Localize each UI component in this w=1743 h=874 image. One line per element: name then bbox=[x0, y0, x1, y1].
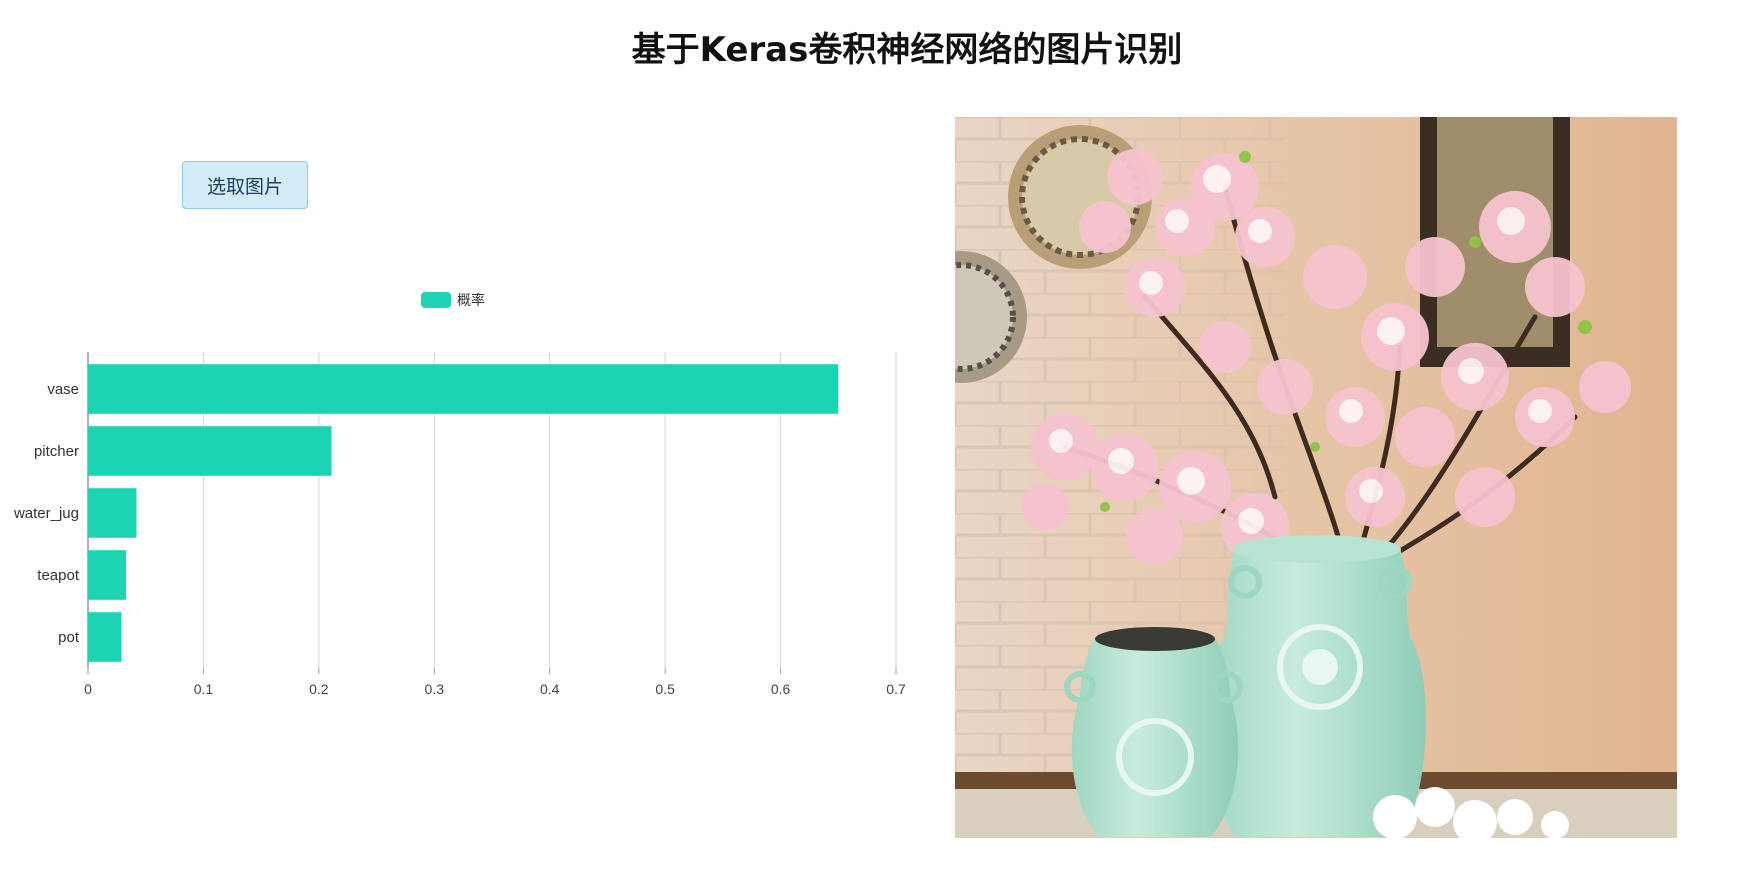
probability-bar-chart: 概率 vase pitcher water_jugteapot pot 0 0.1 0.2… bbox=[13, 292, 906, 697]
category-label: pot bbox=[58, 629, 80, 646]
x-tick-label: 0.3 bbox=[425, 681, 445, 697]
category-label: vase bbox=[47, 381, 79, 398]
select-image-button[interactable]: 选取图片 bbox=[182, 161, 308, 209]
bar-teapot[interactable] bbox=[88, 550, 127, 600]
x-tick-label: 0.6 bbox=[771, 681, 791, 697]
chart-legend[interactable]: 概率 bbox=[421, 292, 485, 308]
bar-vase[interactable] bbox=[88, 364, 839, 414]
category-label: pitcher bbox=[34, 443, 79, 460]
chart-bars bbox=[88, 364, 839, 662]
chart-category-labels: vase pitcher water_jugteapot pot bbox=[13, 381, 80, 646]
category-label: water_jug bbox=[13, 505, 79, 522]
x-tick-label: 0.2 bbox=[309, 681, 329, 697]
x-tick-label: 0 bbox=[84, 681, 92, 697]
x-tick-label: 0.5 bbox=[655, 681, 675, 697]
page-title: 基于Keras卷积神经网络的图片识别 bbox=[631, 30, 1183, 70]
x-tick-label: 0.4 bbox=[540, 681, 560, 697]
x-tick-label: 0.1 bbox=[194, 681, 214, 697]
category-label: teapot bbox=[37, 567, 80, 584]
bar-water_jug[interactable] bbox=[88, 488, 137, 538]
bar-pot[interactable] bbox=[88, 612, 122, 662]
bar-pitcher[interactable] bbox=[88, 426, 332, 476]
chart-x-tick-labels: 0 0.1 0.2 0.3 0.4 0.5 0.6 0.7 bbox=[84, 681, 906, 697]
legend-label: 概率 bbox=[457, 292, 485, 308]
legend-swatch bbox=[421, 292, 451, 308]
uploaded-image bbox=[955, 117, 1677, 838]
x-tick-label: 0.7 bbox=[886, 681, 906, 697]
